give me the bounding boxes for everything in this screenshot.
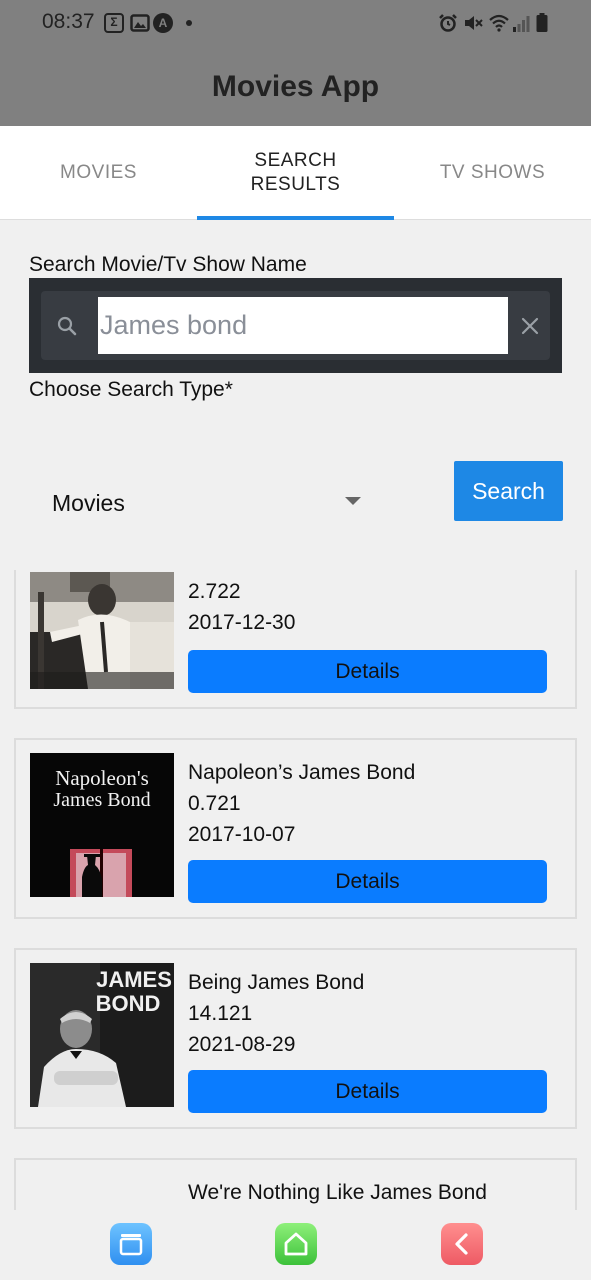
app-title: Movies App	[211, 70, 380, 103]
gallery-notification-icon	[130, 13, 150, 33]
details-button[interactable]: Details	[188, 1070, 547, 1113]
details-button[interactable]: Details	[188, 860, 547, 903]
poster-image	[30, 572, 174, 689]
status-bar: 08:37 Σ A	[0, 0, 591, 46]
search-name-label: Search Movie/Tv Show Name	[29, 253, 307, 276]
result-rating: 0.721	[188, 792, 241, 815]
result-card: JAMES BOND Being James Bond 14.121 2021-…	[14, 948, 577, 1129]
result-card: Napoleon's James Bond Napoleon’s James B…	[14, 738, 577, 919]
tab-tv-shows[interactable]: TV SHOWS	[394, 126, 591, 220]
poster-title-line2: BOND	[96, 991, 161, 1016]
result-date: 2017-10-07	[188, 823, 296, 846]
app-bar: Movies App	[0, 46, 591, 126]
mute-icon	[463, 13, 483, 33]
details-button[interactable]: Details	[188, 650, 547, 693]
search-bar-field	[41, 291, 550, 360]
tab-bar: MOVIES SEARCH RESULTS TV SHOWS	[0, 126, 591, 220]
results-list[interactable]: 2.722 2017-12-30 Details Napoleon's Jame…	[0, 570, 591, 1210]
search-type-value: Movies	[52, 490, 125, 516]
result-rating: 2.722	[188, 580, 241, 603]
signal-icon	[512, 13, 530, 33]
result-card: 2.722 2017-12-30 Details	[14, 570, 577, 709]
sigma-notification-icon: Σ	[104, 13, 124, 33]
search-input[interactable]	[98, 297, 508, 354]
battery-icon	[536, 13, 548, 33]
status-time: 08:37	[42, 10, 95, 33]
back-icon[interactable]	[441, 1223, 483, 1265]
poster-image: Napoleon's James Bond	[30, 753, 174, 897]
home-icon[interactable]	[275, 1223, 317, 1265]
tab-search-results[interactable]: SEARCH RESULTS	[197, 126, 394, 220]
search-bar	[29, 278, 562, 373]
clear-icon[interactable]	[521, 317, 539, 335]
active-tab-indicator	[197, 216, 394, 220]
result-card: We're Nothing Like James Bond	[14, 1158, 577, 1210]
search-type-select[interactable]: Movies	[29, 470, 369, 532]
more-notifications-dot	[186, 20, 192, 26]
bottom-nav	[0, 1210, 591, 1280]
result-title: We're Nothing Like James Bond	[188, 1181, 487, 1204]
search-button[interactable]: Search	[454, 461, 563, 521]
recents-icon[interactable]	[110, 1223, 152, 1265]
tab-movies[interactable]: MOVIES	[0, 126, 197, 220]
search-icon	[55, 314, 79, 338]
result-title: Napoleon’s James Bond	[188, 761, 416, 784]
chevron-down-icon	[345, 497, 361, 505]
alarm-icon	[438, 13, 458, 33]
a-notification-icon: A	[153, 13, 173, 33]
poster-image: JAMES BOND	[30, 963, 174, 1107]
result-date: 2017-12-30	[188, 611, 296, 634]
result-date: 2021-08-29	[188, 1033, 296, 1056]
poster-title-line1: JAMES	[96, 967, 172, 992]
result-title: Being James Bond	[188, 971, 365, 994]
search-type-label: Choose Search Type*	[29, 378, 233, 401]
poster-title-line1: Napoleon's	[55, 766, 149, 790]
poster-title-line2: James Bond	[53, 789, 150, 811]
wifi-icon	[488, 13, 510, 33]
result-rating: 14.121	[188, 1002, 253, 1025]
